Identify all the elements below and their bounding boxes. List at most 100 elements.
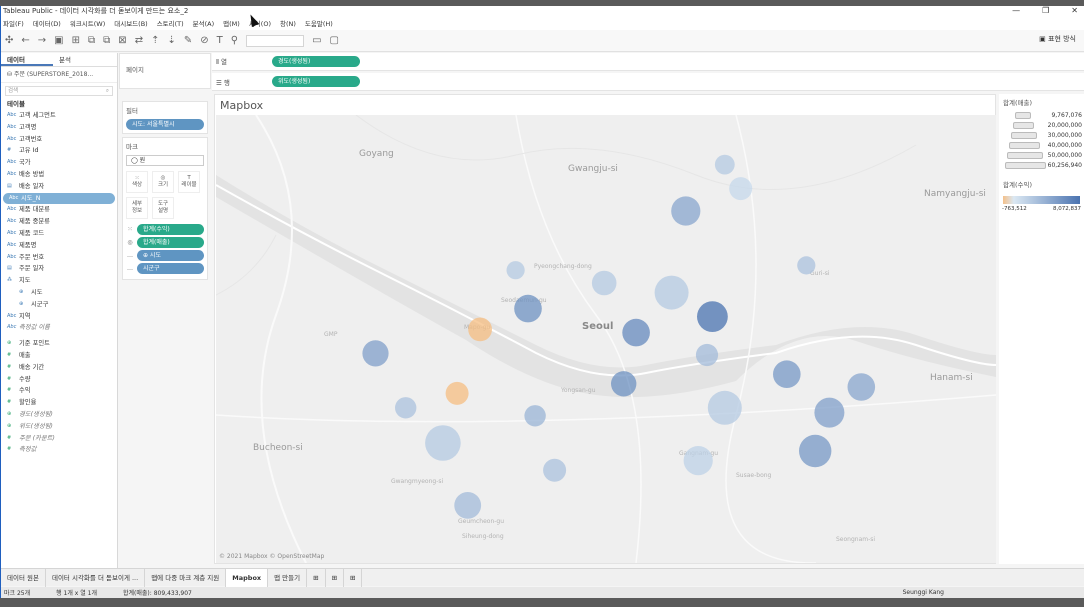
clear-icon[interactable]: ⊠ bbox=[118, 35, 126, 47]
redo-icon[interactable]: → bbox=[38, 35, 46, 47]
marks-tooltip-button[interactable]: 도구 설명 bbox=[152, 197, 174, 219]
field-item[interactable]: Abc 측정값 이름 bbox=[1, 322, 117, 334]
field-item[interactable]: # 주문 (카운트) bbox=[1, 433, 117, 445]
tab-data[interactable]: 데이터 bbox=[1, 53, 53, 66]
new-datasource-icon[interactable]: ⊞ bbox=[72, 35, 80, 47]
new-sheet-icon[interactable]: ⧉ bbox=[88, 35, 95, 47]
group-icon[interactable]: ⊘ bbox=[200, 35, 208, 47]
bubble-mark[interactable] bbox=[395, 397, 417, 419]
field-item[interactable]: ⊕ 시군구 bbox=[1, 299, 117, 311]
bubble-mark[interactable] bbox=[622, 318, 650, 347]
bubble-mark[interactable] bbox=[707, 390, 742, 425]
datasource-item[interactable]: ⛁ 주문 (SUPERSTORE_2018... bbox=[1, 67, 117, 83]
bubble-mark[interactable] bbox=[468, 317, 492, 342]
sheet-tab[interactable]: 데이터 시각화를 더 돋보이게 ... bbox=[46, 568, 146, 587]
bubble-mark[interactable] bbox=[729, 177, 753, 201]
marks-color-button[interactable]: ⁙ 색상 bbox=[126, 171, 148, 193]
rows-shelf[interactable]: ☰ 행 위도(생성됨) bbox=[212, 73, 1084, 91]
marks-pill[interactable]: 합계(매출) bbox=[137, 237, 204, 248]
field-item[interactable]: Abc 시도_N bbox=[3, 192, 115, 205]
menu-item[interactable]: 대시보드(B) bbox=[114, 18, 147, 28]
menu-item[interactable]: 분석(A) bbox=[193, 18, 214, 28]
field-item[interactable]: # 수량 bbox=[1, 374, 117, 386]
bubble-mark[interactable] bbox=[514, 294, 542, 323]
bubble-mark[interactable] bbox=[362, 340, 389, 367]
bubble-mark[interactable] bbox=[524, 405, 546, 427]
fit-icon[interactable]: ▭ bbox=[312, 35, 321, 47]
bubble-mark[interactable] bbox=[591, 270, 617, 296]
bubble-mark[interactable] bbox=[847, 373, 876, 401]
sheet-tab[interactable]: 맵에 다중 마크 계층 지원 bbox=[145, 568, 227, 587]
sort-asc-icon[interactable]: ⇡ bbox=[151, 35, 159, 47]
menu-item[interactable]: 파일(F) bbox=[3, 18, 24, 28]
bubble-mark[interactable] bbox=[797, 256, 816, 275]
field-item[interactable]: Abc 배송 방법 bbox=[1, 169, 117, 181]
marks-pill[interactable]: 합계(수익) bbox=[137, 224, 204, 235]
marks-label-button[interactable]: T 레이블 bbox=[178, 171, 200, 193]
field-item[interactable]: Abc 제품명 bbox=[1, 240, 117, 252]
menu-item[interactable]: 맵(M) bbox=[223, 18, 240, 28]
status-user[interactable]: Seunggi Kang bbox=[903, 589, 944, 596]
save-icon[interactable]: ▣ bbox=[54, 35, 63, 47]
field-item[interactable]: ▤ 배송 일자 bbox=[1, 181, 117, 193]
bubble-mark[interactable] bbox=[697, 301, 728, 332]
field-item[interactable]: Abc 고객명 bbox=[1, 122, 117, 134]
close-icon[interactable]: ✕ bbox=[1071, 6, 1078, 16]
marks-pill[interactable]: ⊕ 시도 bbox=[137, 250, 204, 261]
presentation-icon[interactable]: ▢ bbox=[330, 35, 339, 47]
menu-item[interactable]: 도움말(H) bbox=[305, 18, 333, 28]
field-item[interactable]: Abc 제품 대분류 bbox=[1, 204, 117, 216]
map-view[interactable]: GoyangGwangju-siNamyangju-siSeoulMapo-gu… bbox=[216, 115, 996, 563]
bubble-mark[interactable] bbox=[799, 434, 832, 468]
field-item[interactable]: Abc 고객 세그먼트 bbox=[1, 110, 117, 122]
field-item[interactable]: Abc 고객번호 bbox=[1, 134, 117, 146]
columns-pill[interactable]: 경도(생성됨) bbox=[272, 56, 360, 67]
field-item[interactable]: Abc 제품 코드 bbox=[1, 228, 117, 240]
field-item[interactable]: # 수익 bbox=[1, 385, 117, 397]
bubble-mark[interactable] bbox=[611, 371, 637, 397]
rows-pill[interactable]: 위도(생성됨) bbox=[272, 76, 360, 87]
menu-item[interactable]: 데이터(D) bbox=[33, 18, 61, 28]
field-item[interactable]: ⊕ 위도(생성됨) bbox=[1, 421, 117, 433]
marks-pill[interactable]: 시군구 bbox=[137, 263, 204, 274]
field-item[interactable]: Abc 주문 번호 bbox=[1, 252, 117, 264]
field-item[interactable]: # 매출 bbox=[1, 350, 117, 362]
pin-icon[interactable]: ⚲ bbox=[231, 35, 238, 47]
search-input[interactable]: 검색 ⌕ bbox=[5, 86, 113, 96]
sheet-tab[interactable]: 데이터 원본 bbox=[1, 568, 46, 587]
label-icon[interactable]: T bbox=[217, 35, 223, 47]
field-item[interactable]: # 측정값 bbox=[1, 444, 117, 456]
tableau-logo-icon[interactable]: ✣ bbox=[5, 35, 13, 47]
bubble-mark[interactable] bbox=[543, 458, 567, 482]
columns-shelf[interactable]: ⦀ 열 경도(생성됨) bbox=[212, 53, 1084, 71]
minimize-icon[interactable]: — bbox=[1012, 6, 1020, 16]
new-worksheet-icon[interactable]: ⊞ bbox=[307, 568, 326, 587]
fit-dropdown[interactable] bbox=[246, 34, 305, 47]
bubble-mark[interactable] bbox=[425, 425, 461, 461]
filter-pill[interactable]: 시도: 서울특별시 bbox=[126, 119, 204, 130]
field-item[interactable]: ⊕ 시도 bbox=[1, 287, 117, 299]
field-item[interactable]: ⊕ 기준 포인트 bbox=[1, 338, 117, 350]
field-item[interactable]: # 배송 기간 bbox=[1, 362, 117, 374]
bubble-mark[interactable] bbox=[445, 381, 469, 405]
sort-desc-icon[interactable]: ⇣ bbox=[167, 35, 175, 47]
marks-detail-button[interactable]: 세부 정보 bbox=[126, 197, 148, 219]
field-item[interactable]: ⁂ 지도 bbox=[1, 275, 117, 287]
show-me-button[interactable]: ▣ 표현 방식 bbox=[1039, 34, 1076, 44]
marks-size-button[interactable]: ◎ 크기 bbox=[152, 171, 174, 193]
field-item[interactable]: ⊕ 경도(생성됨) bbox=[1, 409, 117, 421]
field-item[interactable]: Abc 지역 bbox=[1, 311, 117, 323]
maximize-icon[interactable]: ❐ bbox=[1042, 6, 1049, 16]
menu-item[interactable]: 워크시트(W) bbox=[70, 18, 105, 28]
menu-item[interactable]: 창(N) bbox=[280, 18, 296, 28]
bubble-mark[interactable] bbox=[773, 360, 801, 388]
field-item[interactable]: # 할인율 bbox=[1, 397, 117, 409]
bubble-mark[interactable] bbox=[671, 196, 701, 226]
new-dashboard-icon[interactable]: ⊞ bbox=[326, 568, 345, 587]
field-item[interactable]: # 고유 Id bbox=[1, 145, 117, 157]
bubble-mark[interactable] bbox=[695, 343, 719, 367]
bubble-mark[interactable] bbox=[654, 275, 689, 310]
bubble-mark[interactable] bbox=[814, 397, 845, 428]
bubble-mark[interactable] bbox=[454, 492, 482, 519]
duplicate-icon[interactable]: ⧉ bbox=[103, 35, 110, 47]
